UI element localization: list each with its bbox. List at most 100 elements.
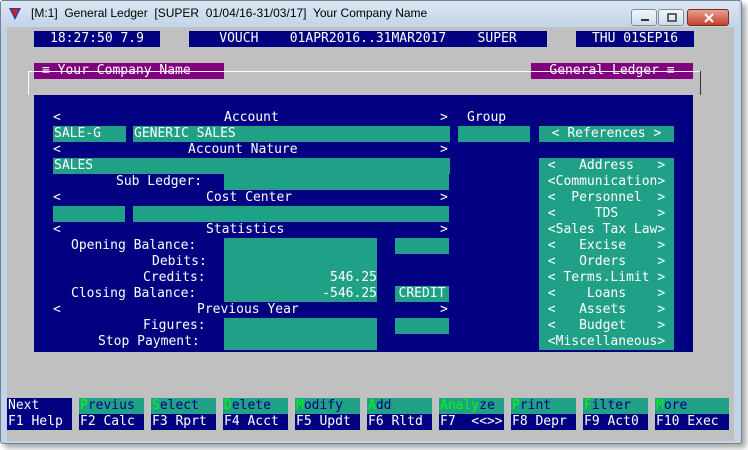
session-info: VOUCH 01APR2016..31MAR2017 SUPER (189, 31, 547, 47)
close-button[interactable] (687, 9, 729, 26)
fkey-delete-hot: D (224, 398, 232, 413)
fkey-add-label: dd (375, 398, 392, 413)
statistics-header: Statistics (206, 222, 285, 237)
opening-balance-type (395, 238, 449, 254)
statistics-prev-arrow[interactable]: < (53, 222, 61, 238)
figures-type (395, 318, 449, 334)
fkey-previus-hot: P (80, 398, 88, 413)
closing-balance-label: Closing Balance: (71, 286, 197, 301)
closing-balance-type: CREDIT (395, 286, 449, 302)
fkey-print[interactable]: Print (511, 398, 576, 414)
fkey-print-label: rint (519, 398, 552, 413)
nature-header: Account Nature (188, 142, 298, 157)
fkey-previus-label: revius (87, 398, 135, 413)
menu-communication[interactable]: <Communication> (539, 174, 674, 190)
debits-label: Debits: (152, 254, 207, 269)
fkey-f3-rprt[interactable]: F3 Rprt (151, 414, 216, 430)
cost-center-name-field[interactable] (133, 206, 449, 222)
fkey-delete[interactable]: Delete (223, 398, 288, 414)
window-title: [M:1] General Ledger [SUPER 01/04/16-31/… (31, 6, 428, 20)
fkey-print-hot: P (512, 398, 520, 413)
fkey-modify-hot: M (296, 398, 304, 413)
statistics-next-arrow[interactable]: > (440, 222, 448, 238)
menu-miscellaneous[interactable]: <Miscellaneous> (539, 334, 674, 350)
menu-terms-limit[interactable]: < Terms.Limit > (539, 270, 674, 286)
fkey-analyze-label: ze (479, 398, 495, 413)
maximize-icon (667, 13, 677, 22)
fkey-previus[interactable]: Previus (79, 398, 144, 414)
account-prev-arrow[interactable]: < (53, 110, 61, 126)
cost-center-header: Cost Center (206, 190, 293, 205)
fkey-f1-help[interactable]: F1 Help (7, 414, 72, 430)
stop-payment-label: Stop Payment: (98, 334, 200, 349)
fkey-add-hot: A (368, 398, 376, 413)
nature-prev-arrow[interactable]: < (53, 142, 61, 158)
account-code-field[interactable]: SALE-G (53, 126, 126, 142)
group-field[interactable] (458, 126, 530, 142)
menu-address[interactable]: < Address > (539, 158, 674, 174)
fkey-select-label: elect (159, 398, 199, 413)
minimize-button[interactable] (631, 9, 657, 26)
fkey-next-label: Next (8, 398, 40, 413)
credits-label: Credits: (143, 270, 206, 285)
menu-excise[interactable]: < Excise > (539, 238, 674, 254)
panel-frame-line (28, 71, 700, 72)
fkey-modify[interactable]: Modify (295, 398, 360, 414)
fkey-filter-hot: F (584, 398, 592, 413)
figures-label: Figures: (143, 318, 206, 333)
fkey-more[interactable]: More (655, 398, 729, 414)
fkey-next[interactable]: Next (7, 398, 72, 414)
fkey-modify-label: odify (303, 398, 343, 413)
fkey-filter[interactable]: Filter (583, 398, 648, 414)
fkey-f2-calc[interactable]: F2 Calc (79, 414, 144, 430)
sub-ledger-label: Sub Ledger: (116, 174, 203, 189)
menu-tds[interactable]: < TDS > (539, 206, 674, 222)
nature-next-arrow[interactable]: > (440, 142, 448, 158)
fkey-add[interactable]: Add (367, 398, 432, 414)
app-logo-icon (9, 8, 21, 20)
fkey-f4-acct[interactable]: F4 Acct (223, 414, 288, 430)
account-name-field[interactable]: GENERIC SALES (133, 126, 450, 142)
title-bar[interactable]: [M:1] General Ledger [SUPER 01/04/16-31/… (1, 1, 739, 27)
cost-center-code-field[interactable] (53, 206, 125, 222)
fkey-filter-label: ilter (591, 398, 631, 413)
fkey-analyze-hot: Analy (440, 398, 480, 413)
previous-year-value-block (224, 318, 377, 350)
fkey-analyze[interactable]: Analyze (439, 398, 504, 414)
previous-year-header: Previous Year (197, 302, 299, 317)
menu-references[interactable]: < References > (539, 126, 674, 142)
fkey-f8-depr[interactable]: F8 Depr (511, 414, 576, 430)
menu-assets[interactable]: < Assets > (539, 302, 674, 318)
previous-year-prev-arrow[interactable]: < (53, 302, 61, 318)
fkey-delete-label: elete (231, 398, 271, 413)
menu-budget[interactable]: < Budget > (539, 318, 674, 334)
date-display: THU 01SEP16 (576, 31, 694, 47)
menu-sales-tax-law[interactable]: <Sales Tax Law> (539, 222, 674, 238)
fkey-f5-updt[interactable]: F5 Updt (295, 414, 360, 430)
maximize-button[interactable] (658, 9, 684, 26)
closing-balance-value: -546.25 (322, 286, 377, 301)
fkey-more-label: ore (663, 398, 688, 413)
menu-loans[interactable]: < Loans > (539, 286, 674, 302)
credits-value: 546.25 (330, 270, 377, 285)
fkey-more-hot: M (656, 398, 664, 413)
cost-center-next-arrow[interactable]: > (440, 190, 448, 206)
cost-center-prev-arrow[interactable]: < (53, 190, 61, 206)
fkey-f6-rltd[interactable]: F6 Rltd (367, 414, 432, 430)
fkey-select[interactable]: Select (151, 398, 216, 414)
fkey-f7-toggle[interactable]: F7 <<>> (439, 414, 504, 430)
fkey-f10-exec[interactable]: F10 Exec (655, 414, 729, 430)
menu-personnel[interactable]: < Personnel > (539, 190, 674, 206)
fkey-f9-act0[interactable]: F9 Act0 (583, 414, 648, 430)
previous-year-next-arrow[interactable]: > (440, 302, 448, 318)
sub-ledger-field[interactable] (224, 174, 449, 190)
account-next-arrow[interactable]: > (440, 110, 448, 126)
minimize-icon (641, 19, 649, 21)
clock-display: 18:27:50 7.9 (34, 31, 160, 47)
account-header: Account (224, 110, 279, 125)
panel-frame-left (28, 71, 29, 95)
close-icon (704, 13, 714, 23)
account-nature-field[interactable]: SALES (53, 158, 450, 174)
menu-orders[interactable]: < Orders > (539, 254, 674, 270)
group-header: Group (467, 110, 507, 125)
